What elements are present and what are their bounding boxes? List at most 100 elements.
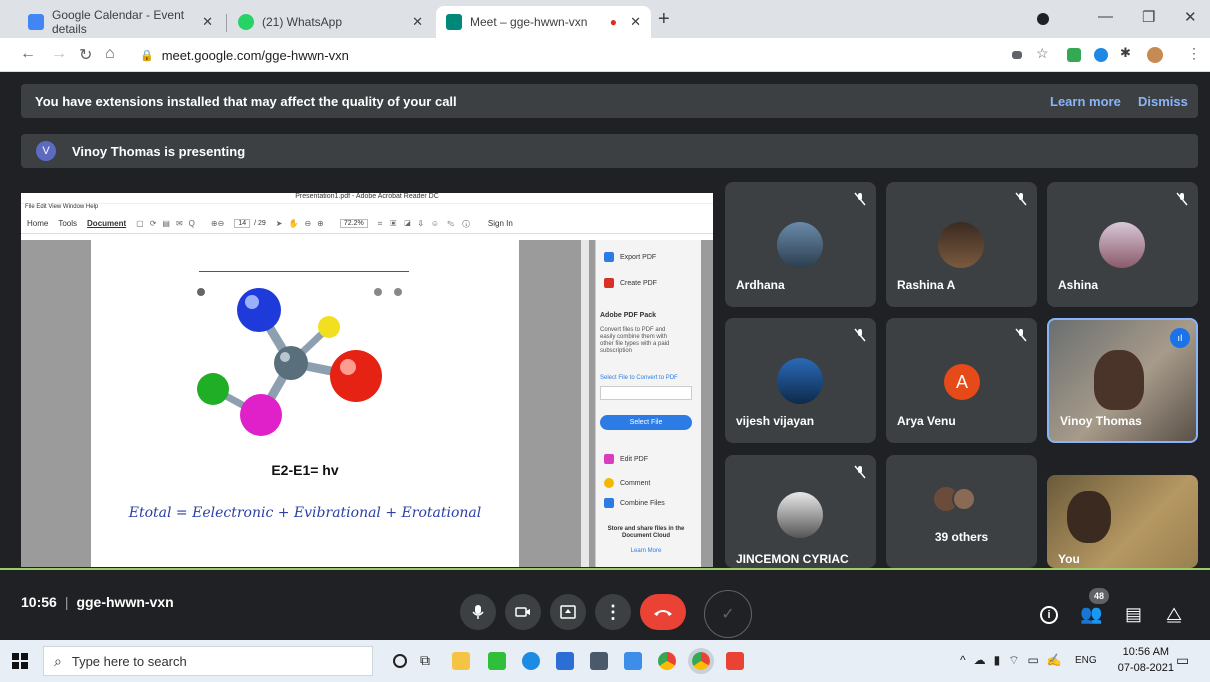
- system-tray-icons[interactable]: ^☁▮⌔▭✍: [960, 653, 1070, 668]
- restore-button[interactable]: ❐: [1142, 8, 1155, 26]
- minimize-button[interactable]: —: [1098, 8, 1113, 25]
- participant-name: vijesh vijayan: [736, 414, 815, 428]
- learn-more-link[interactable]: Learn more: [1050, 94, 1121, 109]
- file-drop-field[interactable]: [600, 386, 692, 400]
- presenter-avatar: V: [36, 141, 56, 161]
- tab-title: Google Calendar - Event details: [52, 8, 185, 36]
- camera-icon[interactable]: [1012, 51, 1022, 59]
- speaking-icon: ıI: [1170, 328, 1190, 348]
- windows-start-icon[interactable]: [12, 653, 28, 669]
- notification-icon[interactable]: ▭: [1176, 652, 1189, 669]
- extension-icon[interactable]: [1094, 48, 1108, 62]
- meet-control-bar: 10:56 | gge-hwwn-vxn ⋮ ✓ i 👥 48 ▤ ⧋: [0, 568, 1210, 640]
- comment-icon: [604, 478, 614, 488]
- camera-button[interactable]: [505, 594, 541, 630]
- search-placeholder: Type here to search: [71, 653, 187, 669]
- close-icon[interactable]: ✕: [412, 14, 423, 30]
- dismiss-button[interactable]: Dismiss: [1138, 94, 1188, 109]
- participant-name: Ashina: [1058, 278, 1099, 292]
- acrobat-home-tab: Home: [27, 219, 49, 228]
- participant-tile-vinoy[interactable]: ıI Vinoy Thomas: [1047, 318, 1198, 443]
- formula-total-energy: Etotal = Eelectronic + Evibrational + Er…: [128, 505, 482, 521]
- reload-icon[interactable]: ↻: [79, 45, 92, 65]
- taskbar-search-box[interactable]: ⌕ Type here to search: [43, 646, 373, 676]
- extension-icon[interactable]: [1067, 48, 1081, 62]
- leave-call-button[interactable]: [640, 594, 686, 630]
- app-red-icon[interactable]: [726, 652, 744, 670]
- participant-tile-ardhana[interactable]: Ardhana: [725, 182, 876, 307]
- page-scrollbar[interactable]: [581, 240, 589, 567]
- menu-dots-icon[interactable]: ⋮: [1187, 45, 1201, 62]
- windows-taskbar: ⌕ Type here to search ⧉ ^☁▮⌔▭✍ ENG 10:56…: [0, 640, 1210, 682]
- edit-pdf-label: Edit PDF: [620, 455, 649, 463]
- tab-meet[interactable]: Meet – gge-hwwn-vxn ● ✕: [436, 6, 651, 38]
- store-icon[interactable]: [556, 652, 574, 670]
- acrobat-toolbar: Home Tools Document ▢⟳▤✉Q ⊕⊖ 14 / 29 ➤✋⊖…: [21, 214, 713, 234]
- calendar-icon: [28, 14, 44, 30]
- meeting-info-button[interactable]: i: [1040, 606, 1058, 624]
- select-file-button[interactable]: Select File: [600, 415, 692, 430]
- meeting-code: gge-hwwn-vxn: [76, 594, 174, 610]
- tab-google-calendar[interactable]: Google Calendar - Event details ✕: [18, 6, 223, 38]
- check-icon: ✓: [721, 606, 735, 623]
- participant-tile-jincemon[interactable]: JINCEMON CYRIAC: [725, 455, 876, 568]
- chrome-active-icon[interactable]: [688, 648, 714, 674]
- edge-icon[interactable]: [522, 652, 540, 670]
- cortana-icon[interactable]: [393, 654, 407, 668]
- mic-button[interactable]: [460, 594, 496, 630]
- tab-separator: [226, 14, 227, 32]
- check-action-button[interactable]: ✓: [704, 590, 752, 638]
- camtasia-icon[interactable]: [488, 652, 506, 670]
- participant-tile-vijesh[interactable]: vijesh vijayan: [725, 318, 876, 443]
- export-pdf-item[interactable]: Export PDF: [604, 252, 656, 262]
- more-options-button[interactable]: ⋮: [595, 594, 631, 630]
- new-tab-button[interactable]: +: [658, 8, 670, 31]
- app-icon[interactable]: [624, 652, 642, 670]
- separator: |: [64, 594, 69, 610]
- avatar: [938, 222, 984, 268]
- acrobat-page-num: 14: [234, 219, 251, 228]
- people-button[interactable]: 👥: [1080, 604, 1102, 625]
- close-icon[interactable]: ✕: [630, 14, 641, 30]
- combine-files-item[interactable]: Combine Files: [604, 498, 665, 508]
- presenting-text: Vinoy Thomas is presenting: [72, 143, 246, 159]
- url-field[interactable]: 🔒 meet.google.com/gge-hwwn-vxn: [140, 43, 349, 67]
- activities-button[interactable]: ⧋: [1166, 604, 1182, 625]
- people-icon: 👥: [1080, 604, 1103, 624]
- present-button[interactable]: [550, 594, 586, 630]
- activities-icon: ⧋: [1166, 604, 1183, 624]
- self-video: [1067, 491, 1111, 543]
- tab-title: Meet – gge-hwwn-vxn: [470, 15, 588, 29]
- edit-pdf-item[interactable]: Edit PDF: [604, 454, 648, 464]
- participant-tile-rashina[interactable]: Rashina A: [886, 182, 1037, 307]
- avatar: [1099, 222, 1145, 268]
- close-window-button[interactable]: ✕: [1184, 8, 1197, 26]
- profile-avatar[interactable]: [1147, 47, 1163, 63]
- task-view-icon[interactable]: ⧉: [420, 652, 438, 670]
- participant-tile-arya[interactable]: A Arya Venu: [886, 318, 1037, 443]
- back-icon[interactable]: ←: [20, 45, 36, 63]
- chat-button[interactable]: ▤: [1125, 604, 1142, 625]
- participant-video: [1094, 350, 1144, 410]
- comment-item[interactable]: Comment: [604, 478, 650, 488]
- participant-tile-ashina[interactable]: Ashina: [1047, 182, 1198, 307]
- file-explorer-icon[interactable]: [452, 652, 470, 670]
- language-indicator[interactable]: ENG: [1075, 655, 1097, 666]
- participant-tile-others[interactable]: 39 others: [886, 455, 1037, 568]
- tab-whatsapp[interactable]: (21) WhatsApp ✕: [228, 6, 433, 38]
- close-icon[interactable]: ✕: [202, 14, 213, 30]
- home-icon[interactable]: ⌂: [105, 45, 115, 63]
- system-clock[interactable]: 10:56 AM 07-08-2021: [1118, 644, 1174, 676]
- learn-more-acrobat[interactable]: Learn More: [600, 548, 692, 554]
- pdf-pack-title: Adobe PDF Pack: [600, 312, 657, 319]
- profile-dot-icon[interactable]: [1037, 13, 1049, 25]
- participant-tile-you[interactable]: You: [1047, 475, 1198, 568]
- calculator-icon[interactable]: [590, 652, 608, 670]
- puzzle-icon[interactable]: ✱: [1120, 45, 1131, 61]
- mic-off-icon: [1015, 328, 1027, 342]
- acrobat-body: E2-E1= hv Etotal = Eelectronic + Evibrat…: [21, 240, 713, 567]
- star-icon[interactable]: ☆: [1036, 45, 1049, 62]
- create-pdf-item[interactable]: Create PDF: [604, 278, 657, 288]
- forward-icon[interactable]: →: [51, 45, 67, 63]
- chrome-icon[interactable]: [658, 652, 676, 670]
